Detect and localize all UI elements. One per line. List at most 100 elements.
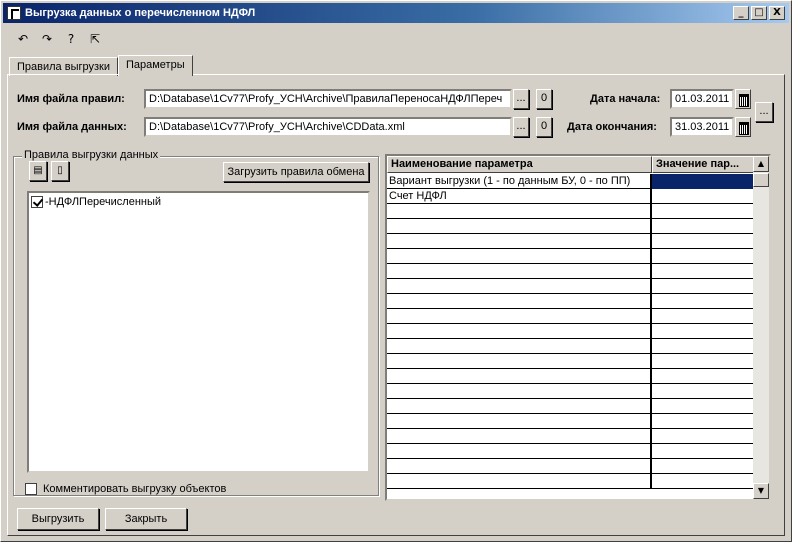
param-name-cell[interactable] <box>387 414 652 429</box>
table-row[interactable] <box>387 309 755 324</box>
maximize-button[interactable]: □ <box>751 6 767 20</box>
uncheck-all-icon[interactable]: ▯ <box>51 161 69 181</box>
calendar-icon[interactable] <box>735 89 751 109</box>
end-date-field[interactable]: 31.03.2011 <box>670 117 734 137</box>
close-window-button[interactable]: X <box>769 6 785 20</box>
param-name-cell[interactable] <box>387 324 652 339</box>
table-row[interactable] <box>387 204 755 219</box>
param-value-cell[interactable] <box>652 219 755 234</box>
rules-file-field[interactable]: D:\Database\1Cv77\Profy_УСН\Archive\Прав… <box>144 89 512 109</box>
comment-option: Комментировать выгрузку объектов <box>25 483 226 495</box>
scroll-down-icon[interactable]: ▼ <box>753 483 769 499</box>
param-value-cell[interactable] <box>652 429 755 444</box>
table-row[interactable] <box>387 384 755 399</box>
param-value-cell[interactable] <box>652 264 755 279</box>
table-row[interactable] <box>387 249 755 264</box>
param-value-cell[interactable] <box>652 309 755 324</box>
data-file-browse-button[interactable]: ... <box>513 117 529 137</box>
param-name-cell[interactable] <box>387 204 652 219</box>
table-row[interactable] <box>387 324 755 339</box>
param-name-cell[interactable] <box>387 279 652 294</box>
grid-header: Наименование параметра Значение пар... <box>387 156 755 173</box>
check-all-icon[interactable]: ▤ <box>29 161 47 181</box>
tree-item-checkbox[interactable] <box>31 196 43 208</box>
comment-checkbox[interactable] <box>25 483 37 495</box>
param-name-cell[interactable]: Вариант выгрузки (1 - по данным БУ, 0 - … <box>387 174 652 189</box>
param-name-cell[interactable] <box>387 474 652 489</box>
param-value-cell[interactable] <box>652 399 755 414</box>
scroll-thumb[interactable] <box>753 173 769 187</box>
param-value-cell[interactable] <box>652 414 755 429</box>
param-value-cell[interactable] <box>652 444 755 459</box>
table-row[interactable] <box>387 294 755 309</box>
param-value-cell[interactable] <box>652 234 755 249</box>
param-name-cell[interactable] <box>387 444 652 459</box>
param-value-cell[interactable] <box>652 384 755 399</box>
table-row[interactable] <box>387 279 755 294</box>
param-name-cell[interactable] <box>387 339 652 354</box>
tree-item[interactable]: -НДФЛПеречисленный <box>31 196 161 208</box>
param-value-cell[interactable] <box>652 204 755 219</box>
param-name-cell[interactable]: Счет НДФЛ <box>387 189 652 204</box>
table-row[interactable] <box>387 339 755 354</box>
table-row[interactable] <box>387 219 755 234</box>
table-row[interactable]: Счет НДФЛ <box>387 189 755 204</box>
param-value-cell[interactable] <box>652 189 755 204</box>
load-exchange-rules-button[interactable]: Загрузить правила обмена <box>223 162 369 182</box>
data-file-open-button[interactable]: 0 <box>536 117 552 137</box>
table-row[interactable] <box>387 369 755 384</box>
param-name-cell[interactable] <box>387 249 652 264</box>
grid-scrollbar[interactable]: ▲ ▼ <box>753 156 769 499</box>
period-select-button[interactable]: ... <box>755 102 773 122</box>
table-row[interactable] <box>387 429 755 444</box>
param-value-cell[interactable] <box>652 459 755 474</box>
tab-parameters[interactable]: Параметры <box>117 55 193 76</box>
column-header-name[interactable]: Наименование параметра <box>387 156 652 173</box>
pointer-help-icon[interactable]: ⇱ <box>85 29 105 49</box>
parameters-grid[interactable]: Наименование параметра Значение пар... В… <box>385 154 771 501</box>
table-row[interactable] <box>387 234 755 249</box>
start-date-field[interactable]: 01.03.2011 <box>670 89 734 109</box>
param-name-cell[interactable] <box>387 399 652 414</box>
param-name-cell[interactable] <box>387 384 652 399</box>
table-row[interactable] <box>387 354 755 369</box>
table-row[interactable] <box>387 264 755 279</box>
calendar-icon[interactable] <box>735 117 751 137</box>
table-row[interactable]: Вариант выгрузки (1 - по данным БУ, 0 - … <box>387 174 755 189</box>
table-row[interactable] <box>387 444 755 459</box>
param-name-cell[interactable] <box>387 429 652 444</box>
param-name-cell[interactable] <box>387 369 652 384</box>
rules-file-open-button[interactable]: 0 <box>536 89 552 109</box>
scroll-up-icon[interactable]: ▲ <box>753 156 769 172</box>
table-row[interactable] <box>387 474 755 489</box>
column-header-value[interactable]: Значение пар... <box>652 156 755 173</box>
param-value-cell[interactable] <box>652 279 755 294</box>
param-name-cell[interactable] <box>387 309 652 324</box>
data-file-field[interactable]: D:\Database\1Cv77\Profy_УСН\Archive\CDDa… <box>144 117 512 137</box>
rules-file-browse-button[interactable]: ... <box>513 89 529 109</box>
undo-arrow-icon[interactable]: ↶ <box>13 29 33 49</box>
param-name-cell[interactable] <box>387 234 652 249</box>
export-button[interactable]: Выгрузить <box>17 508 99 530</box>
param-value-cell[interactable] <box>652 474 755 489</box>
close-button[interactable]: Закрыть <box>105 508 187 530</box>
param-value-cell[interactable] <box>652 369 755 384</box>
minimize-button[interactable]: _ <box>733 6 749 20</box>
redo-arrow-icon[interactable]: ↷ <box>37 29 57 49</box>
rules-tree[interactable]: -НДФЛПеречисленный <box>27 191 370 473</box>
param-name-cell[interactable] <box>387 264 652 279</box>
param-name-cell[interactable] <box>387 294 652 309</box>
param-value-cell[interactable] <box>652 174 755 189</box>
table-row[interactable] <box>387 399 755 414</box>
param-name-cell[interactable] <box>387 459 652 474</box>
table-row[interactable] <box>387 414 755 429</box>
param-name-cell[interactable] <box>387 219 652 234</box>
param-value-cell[interactable] <box>652 294 755 309</box>
param-value-cell[interactable] <box>652 354 755 369</box>
param-name-cell[interactable] <box>387 354 652 369</box>
help-question-icon[interactable]: ? <box>61 29 81 49</box>
param-value-cell[interactable] <box>652 249 755 264</box>
table-row[interactable] <box>387 459 755 474</box>
param-value-cell[interactable] <box>652 324 755 339</box>
param-value-cell[interactable] <box>652 339 755 354</box>
